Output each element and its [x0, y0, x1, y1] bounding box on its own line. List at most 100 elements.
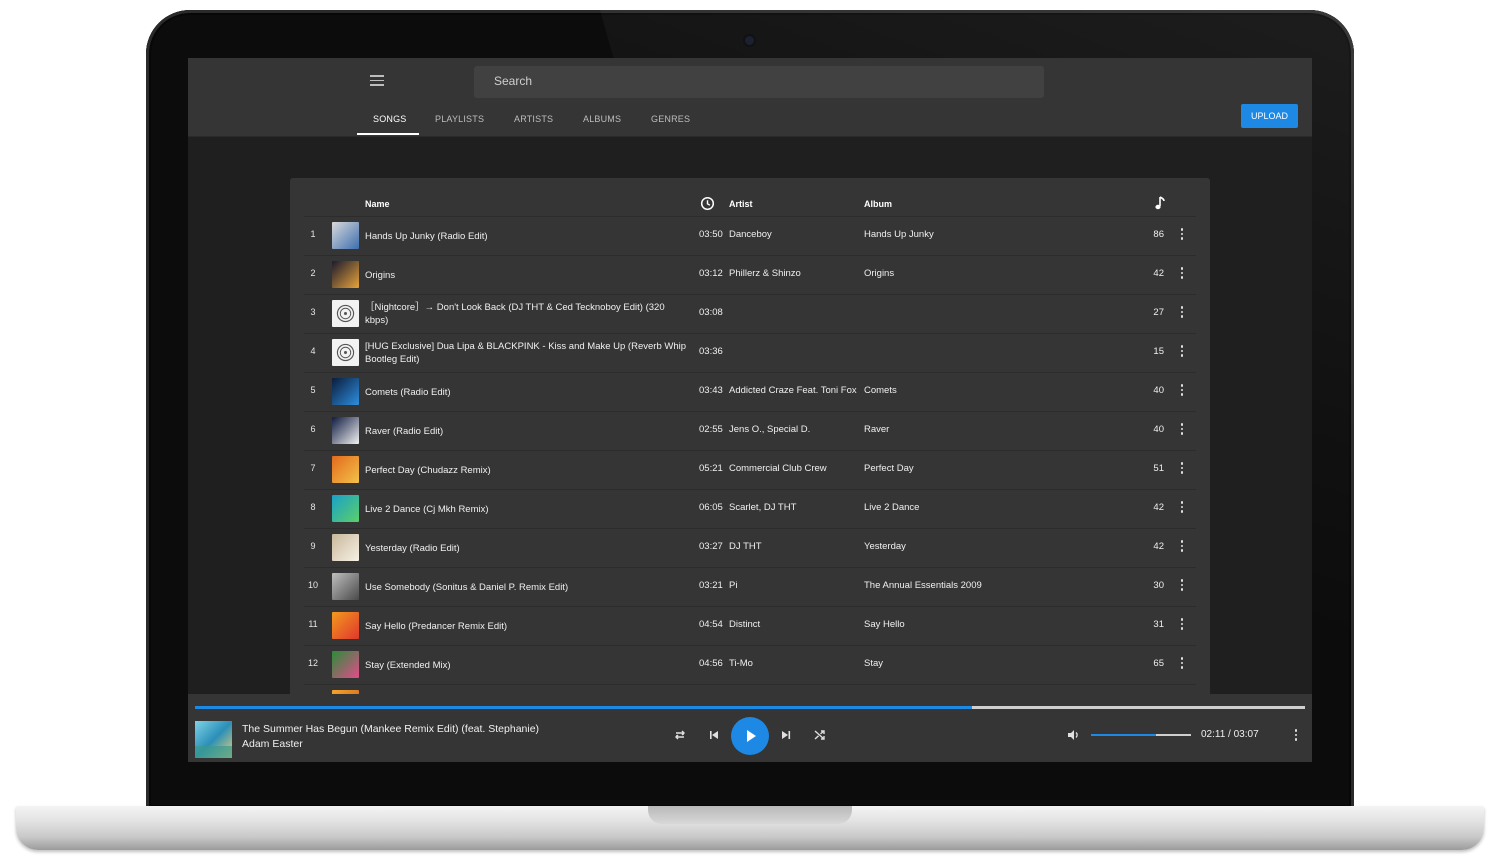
row-number: 1 [310, 229, 316, 239]
song-album[interactable]: Say Hello [864, 619, 905, 630]
table-row[interactable]: 12 Stay (Extended Mix) 04:56 Ti-Mo Stay 65 [304, 646, 1196, 685]
table-row[interactable]: 9 Yesterday (Radio Edit) 03:27 DJ THT Yester… [304, 529, 1196, 568]
song-artist[interactable]: Phillerz & Shinzo [729, 268, 801, 279]
song-duration: 03:08 [699, 307, 723, 318]
song-duration: 05:21 [699, 463, 723, 474]
table-row[interactable]: 7 Perfect Day (Chudazz Remix) 05:21 Commerc… [304, 451, 1196, 490]
cover-art [332, 417, 359, 444]
play-count: 86 [1153, 229, 1164, 240]
song-name: Raver (Radio Edit) [365, 425, 444, 437]
song-artist[interactable]: Danceboy [729, 229, 772, 240]
clock-icon[interactable] [700, 196, 715, 213]
more-vert-icon[interactable] [1176, 227, 1188, 243]
progress-bar[interactable] [195, 706, 1305, 709]
table-row[interactable]: 3 ［Nightcore］→ Don't Look Back (DJ THT & … [304, 295, 1196, 334]
more-vert-icon[interactable] [1176, 422, 1188, 438]
more-vert-icon[interactable] [1176, 578, 1188, 594]
table-row[interactable]: 11 Say Hello (Predancer Remix Edit) 04:54 D… [304, 607, 1196, 646]
skip-next-icon[interactable] [779, 728, 793, 742]
song-duration: 04:54 [699, 619, 723, 630]
song-name: Live 2 Dance (Cj Mkh Remix) [365, 503, 489, 515]
cover-art [332, 339, 359, 366]
volume-icon[interactable] [1066, 728, 1080, 742]
tab-playlists[interactable]: PLAYLISTS [435, 114, 484, 124]
music-note-icon[interactable] [1154, 196, 1166, 213]
songs-table: Name Artist Album 1 Hands Up Junky (Radio… [290, 178, 1210, 762]
play-count: 51 [1153, 463, 1164, 474]
search-placeholder: Search [494, 74, 533, 88]
cover-art [332, 573, 359, 600]
song-duration: 06:05 [699, 502, 723, 513]
song-name: Comets (Radio Edit) [365, 386, 451, 398]
now-playing-cover[interactable] [195, 721, 232, 758]
tab-artists[interactable]: ARTISTS [514, 114, 553, 124]
song-name: ［Nightcore］→ Don't Look Back (DJ THT & C… [365, 302, 665, 326]
menu-icon[interactable] [370, 75, 384, 87]
row-number: 6 [310, 424, 316, 434]
skip-previous-icon[interactable] [707, 728, 721, 742]
table-row[interactable]: 6 Raver (Radio Edit) 02:55 Jens O., Special… [304, 412, 1196, 451]
song-album[interactable]: Comets [864, 385, 897, 396]
volume-slider[interactable] [1091, 734, 1191, 736]
table-row[interactable]: 1 Hands Up Junky (Radio Edit) 03:50 Dancebo… [304, 217, 1196, 256]
row-number: 3 [310, 307, 316, 317]
column-album[interactable]: Album [864, 199, 892, 209]
song-album[interactable]: Yesterday [864, 541, 906, 552]
more-vert-icon[interactable] [1176, 344, 1188, 360]
column-artist[interactable]: Artist [729, 199, 753, 209]
tab-albums[interactable]: ALBUMS [583, 114, 621, 124]
upload-button[interactable]: UPLOAD [1241, 104, 1298, 128]
active-tab-indicator [357, 133, 419, 135]
song-artist[interactable]: Ti-Mo [729, 658, 753, 669]
camera-icon [745, 36, 754, 45]
more-vert-icon[interactable] [1176, 461, 1188, 477]
song-duration: 03:43 [699, 385, 723, 396]
table-row[interactable]: 2 Origins 03:12 Phillerz & Shinzo Origins 42 [304, 256, 1196, 295]
more-vert-icon[interactable] [1176, 617, 1188, 633]
table-row[interactable]: 5 Comets (Radio Edit) 03:43 Addicted Craze … [304, 373, 1196, 412]
table-row[interactable]: 4 [HUG Exclusive] Dua Lipa & BLACKPINK - … [304, 334, 1196, 373]
song-album[interactable]: Raver [864, 424, 889, 435]
song-album[interactable]: The Annual Essentials 2009 [864, 580, 982, 591]
song-artist[interactable]: Distinct [729, 619, 760, 630]
more-vert-icon[interactable] [1176, 656, 1188, 672]
song-artist[interactable]: Jens O., Special D. [729, 424, 810, 435]
player-more-icon[interactable] [1292, 728, 1300, 744]
song-artist[interactable]: Pi [729, 580, 737, 591]
more-vert-icon[interactable] [1176, 500, 1188, 516]
app-screen: Search SONGS PLAYLISTS ARTISTS ALBUMS GE… [188, 58, 1312, 762]
tab-songs[interactable]: SONGS [373, 114, 407, 124]
row-number: 4 [310, 346, 316, 356]
more-vert-icon[interactable] [1176, 383, 1188, 399]
song-artist[interactable]: Commercial Club Crew [729, 463, 827, 474]
playback-time: 02:11 / 03:07 [1201, 729, 1259, 740]
play-count: 40 [1153, 424, 1164, 435]
play-count: 42 [1153, 268, 1164, 279]
player-bar: The Summer Has Begun (Mankee Remix Edit)… [188, 694, 1312, 762]
table-row[interactable]: 8 Live 2 Dance (Cj Mkh Remix) 06:05 Scarlet… [304, 490, 1196, 529]
repeat-icon[interactable] [673, 728, 687, 742]
search-input[interactable]: Search [474, 66, 1044, 98]
song-album[interactable]: Origins [864, 268, 894, 279]
song-album[interactable]: Hands Up Junky [864, 229, 934, 240]
song-artist[interactable]: Addicted Craze Feat. Toni Fox [729, 385, 857, 396]
song-album[interactable]: Perfect Day [864, 463, 914, 474]
play-button[interactable] [731, 717, 769, 755]
app-bar: Search SONGS PLAYLISTS ARTISTS ALBUMS GE… [188, 58, 1312, 137]
now-playing-artist: Adam Easter [242, 738, 303, 750]
table-row[interactable]: 10 Use Somebody (Sonitus & Daniel P. Remi… [304, 568, 1196, 607]
song-album[interactable]: Live 2 Dance [864, 502, 919, 513]
shuffle-icon[interactable] [813, 728, 827, 742]
song-name: Perfect Day (Chudazz Remix) [365, 464, 491, 476]
song-artist[interactable]: Scarlet, DJ THT [729, 502, 796, 513]
row-number: 2 [310, 268, 316, 278]
more-vert-icon[interactable] [1176, 266, 1188, 282]
column-name[interactable]: Name [365, 199, 390, 209]
more-vert-icon[interactable] [1176, 305, 1188, 321]
song-album[interactable]: Stay [864, 658, 883, 669]
cover-art [332, 300, 359, 327]
song-duration: 02:55 [699, 424, 723, 435]
tab-genres[interactable]: GENRES [651, 114, 690, 124]
song-artist[interactable]: DJ THT [729, 541, 762, 552]
more-vert-icon[interactable] [1176, 539, 1188, 555]
